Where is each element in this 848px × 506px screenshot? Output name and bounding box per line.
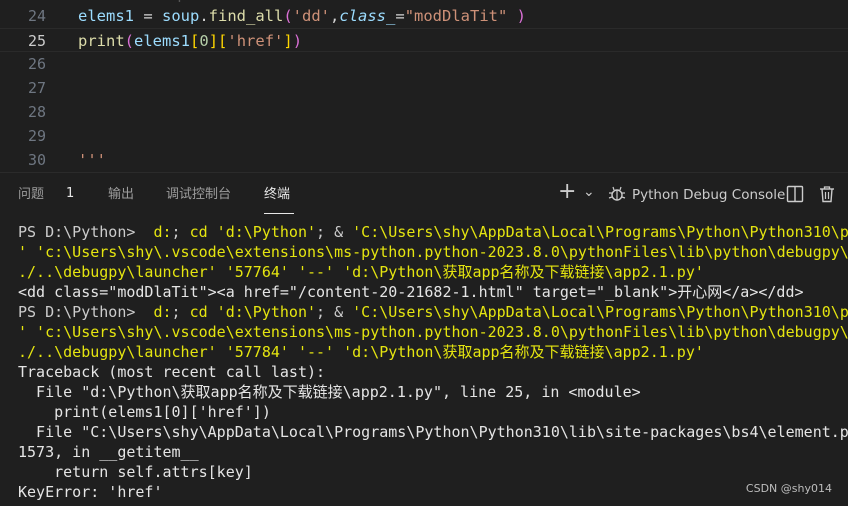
code-token: ''' (78, 151, 106, 169)
terminal-text: d: (153, 223, 172, 241)
terminal-line: File "d:\Python\获取app名称及下载链接\app2.1.py",… (18, 382, 641, 402)
terminal-line: ' 'c:\Users\shy\.vscode\extensions\ms-py… (18, 322, 848, 342)
code-token: ) (507, 7, 527, 25)
code-token: ( (283, 7, 293, 25)
terminal-text: cd (189, 223, 208, 241)
code-token: find_all (208, 7, 284, 25)
terminal-text: 'C:\Users\shy\AppData\Local\Programs\Pyt… (352, 223, 848, 241)
terminal-text: ; (171, 223, 190, 241)
line-number: 28 (27, 103, 46, 121)
code-token: [ (190, 32, 200, 50)
terminal-text: 'd:\Python' (207, 223, 317, 241)
line-number: 30 (27, 151, 46, 169)
terminal-line: PS D:\Python> d:; cd 'd:\Python'; & 'C:\… (18, 222, 848, 242)
partial-previous-line: elems = soup.find_all (78, 0, 268, 2)
active-tab-indicator (264, 213, 294, 214)
terminal-line: KeyError: 'href' (18, 482, 163, 502)
terminal-text: 'C:\Users\shy\AppData\Local\Programs\Pyt… (352, 303, 848, 321)
panel-header: 问题 1 输出 调试控制台 终端 + ⌄ Python Debug Consol… (0, 172, 848, 216)
terminal-line: 1573, in __getitem__ (18, 442, 199, 462)
terminal-text: ; & (316, 223, 353, 241)
terminal-line: ' 'c:\Users\shy\.vscode\extensions\ms-py… (18, 242, 848, 262)
terminal-line: print(elems1[0]['href']) (18, 402, 271, 422)
code-token: print (78, 32, 125, 50)
tab-debug-console[interactable]: 调试控制台 (166, 186, 231, 204)
code-token: ( (124, 32, 135, 50)
editor-line[interactable]: 26 (0, 52, 848, 76)
terminal-text: print(elems1[0]['href']) (18, 403, 271, 421)
terminal-text: 'd:\Python' (207, 303, 317, 321)
code-token: ) (292, 32, 303, 50)
terminal-text: d: (153, 303, 172, 321)
code-token: 'href' (227, 32, 284, 50)
terminal-text: Traceback (most recent call last): (18, 363, 326, 381)
code-token: ][ (208, 32, 228, 50)
editor-line[interactable]: 27 (0, 76, 848, 100)
code-token: ] (283, 32, 293, 50)
tab-output[interactable]: 输出 (108, 186, 134, 204)
code-token: elems1 (134, 32, 191, 50)
terminal-text: ; & (316, 303, 353, 321)
terminal-text: 1573, in __getitem__ (18, 443, 199, 461)
code-token: 'dd' (292, 7, 330, 25)
terminal-selector-label[interactable]: Python Debug Console (632, 187, 785, 203)
line-number: 25 (27, 32, 46, 50)
terminal-text: PS D:\Python> (18, 303, 154, 321)
terminal-line: PS D:\Python> d:; cd 'd:\Python'; & 'C:\… (18, 302, 848, 322)
terminal-line: ./..\debugpy\launcher' '57784' '--' 'd:\… (18, 342, 704, 362)
code-token: elems1 (78, 7, 134, 25)
terminal-line: ./..\debugpy\launcher' '57764' '--' 'd:\… (18, 262, 704, 282)
terminal-line: Traceback (most recent call last): (18, 362, 325, 382)
terminal-text: ./..\debugpy\launcher' '57784' '--' 'd:\… (18, 343, 704, 361)
terminal-text: ; (171, 303, 190, 321)
terminal-text: ./..\debugpy\launcher' '57764' '--' 'd:\… (18, 263, 704, 281)
tab-problems[interactable]: 问题 (18, 186, 44, 204)
editor-line[interactable]: 28 (0, 100, 848, 124)
terminal-text: File "d:\Python\获取app名称及下载链接\app2.1.py",… (18, 383, 641, 401)
code-token: = (134, 7, 162, 25)
trash-icon[interactable] (818, 185, 836, 209)
code-token: 0 (199, 32, 209, 50)
code-token: = (395, 7, 405, 25)
editor-line[interactable]: 30 ''' (0, 148, 848, 172)
line-number: 26 (27, 55, 46, 73)
code-editor[interactable]: elems = soup.find_all 24 elems1 = soup.fi… (0, 0, 848, 172)
split-terminal-icon[interactable] (786, 185, 804, 209)
code-token: "modDlaTit" (404, 7, 508, 25)
terminal-text: return self.attrs[key] (18, 463, 253, 481)
line-code: ''' (78, 148, 106, 172)
line-number: 29 (27, 127, 46, 145)
terminal-text: File "C:\Users\shy\AppData\Local\Program… (18, 423, 848, 441)
terminal-text: <dd class="modDlaTit"><a href="/content-… (18, 283, 804, 301)
add-terminal-icon[interactable]: + (558, 181, 576, 203)
terminal-line: File "C:\Users\shy\AppData\Local\Program… (18, 422, 848, 442)
line-number: 24 (27, 7, 46, 25)
line-number: 27 (27, 79, 46, 97)
line-code: print(elems1[0]['href']) (78, 29, 302, 53)
terminal-text: PS D:\Python> (18, 223, 154, 241)
code-token: soup (162, 7, 200, 25)
line-code: elems1 = soup.find_all('dd',class_="modD… (78, 4, 526, 28)
chevron-down-icon[interactable]: ⌄ (583, 181, 595, 203)
editor-line[interactable]: 25 print(elems1[0]['href']) (0, 28, 848, 52)
terminal-line: <dd class="modDlaTit"><a href="/content-… (18, 282, 804, 302)
problems-count-badge: 1 (66, 186, 75, 201)
editor-line[interactable]: 29 (0, 124, 848, 148)
editor-line[interactable]: 24 elems1 = soup.find_all('dd',class_="mo… (0, 4, 848, 28)
terminal-text: KeyError: 'href' (18, 483, 163, 501)
code-token: class_ (339, 7, 396, 25)
watermark: CSDN @shy014 (745, 482, 832, 495)
tab-terminal[interactable]: 终端 (264, 186, 290, 204)
code-token: . (199, 7, 209, 25)
terminal-text: ' 'c:\Users\shy\.vscode\extensions\ms-py… (18, 323, 848, 341)
code-token: , (330, 7, 340, 25)
terminal-line: return self.attrs[key] (18, 462, 253, 482)
bug-icon (607, 184, 627, 210)
terminal-text: ' 'c:\Users\shy\.vscode\extensions\ms-py… (18, 243, 848, 261)
terminal-text: cd (189, 303, 208, 321)
terminal-output[interactable]: PS D:\Python> d:; cd 'd:\Python'; & 'C:\… (0, 216, 848, 506)
